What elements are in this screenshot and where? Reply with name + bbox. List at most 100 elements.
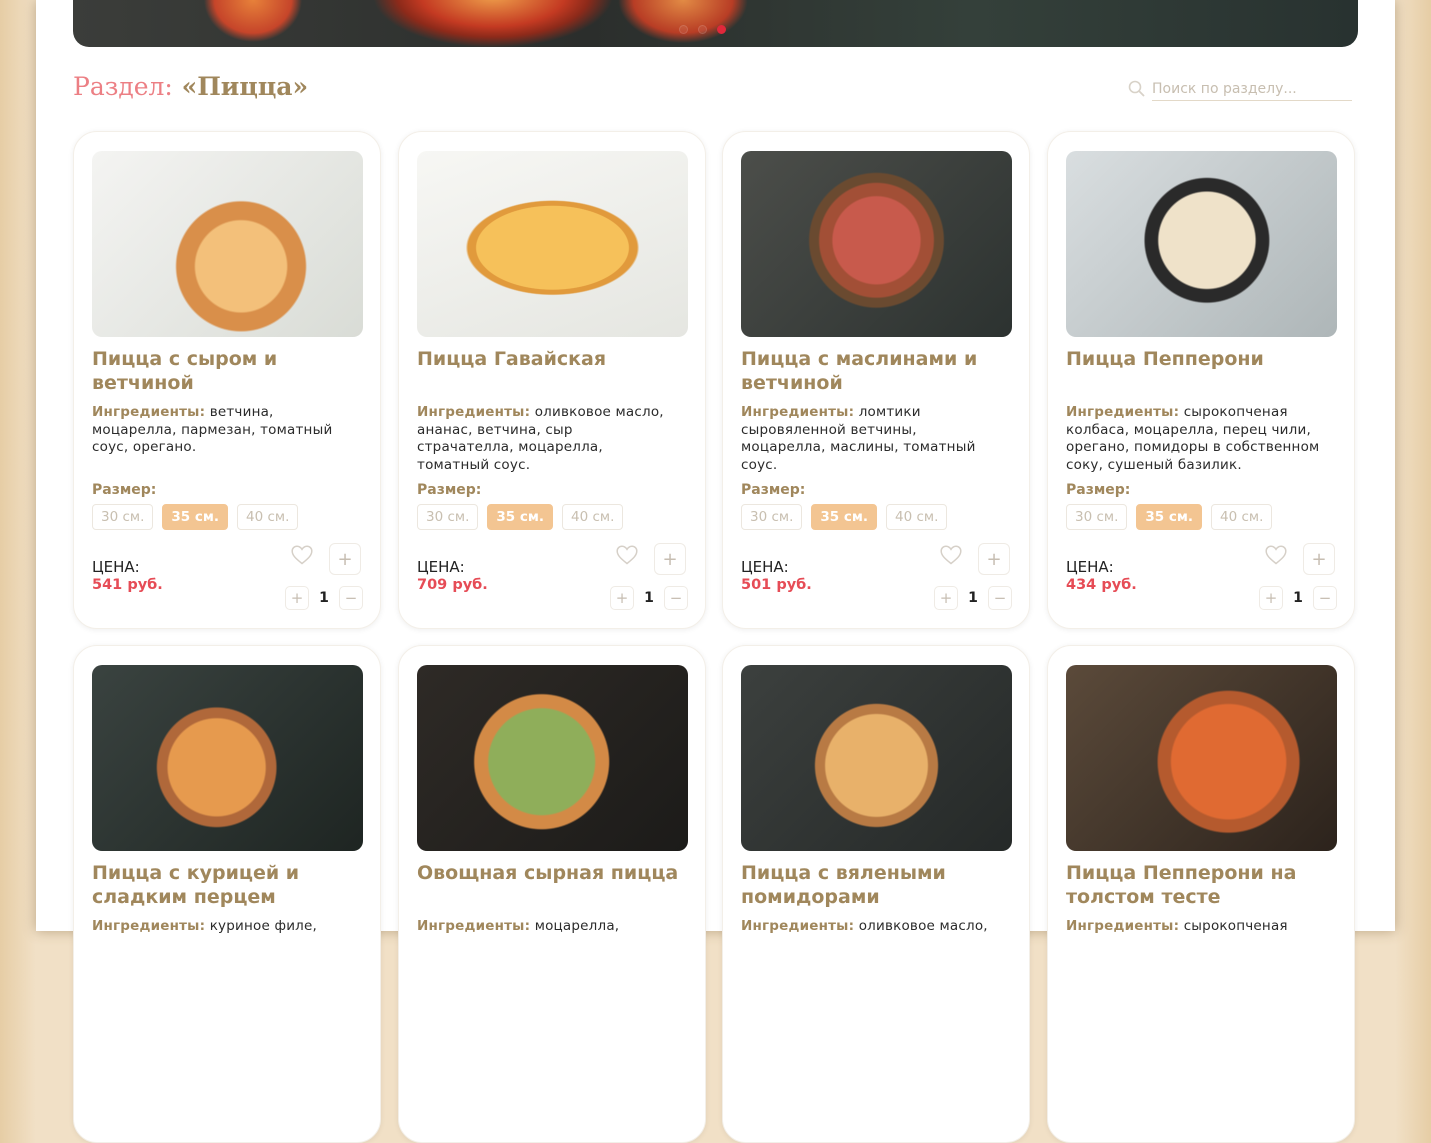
ingredients-label: Ингредиенты:	[417, 404, 531, 420]
product-name[interactable]: Пицца Гавайская	[417, 347, 687, 371]
product-name[interactable]: Пицца Пепперони на толстом тесте	[1066, 861, 1336, 909]
size-option[interactable]: 40 см.	[237, 504, 299, 530]
product-image[interactable]	[741, 151, 1012, 337]
product-price: 501 руб.	[741, 577, 812, 593]
ingredients-label: Ингредиенты:	[417, 918, 531, 934]
product-ingredients: Ингредиенты: сырокопченая	[1066, 918, 1320, 936]
add-to-cart-button[interactable]: +	[1303, 543, 1335, 575]
increase-button[interactable]: +	[934, 586, 958, 610]
size-option[interactable]: 30 см.	[92, 504, 154, 530]
ingredients-text: моцарелла,	[534, 918, 620, 934]
product-card: Пицца Пепперони на толстом тесте Ингреди…	[1047, 645, 1355, 1143]
quantity-stepper: + 1 −	[934, 586, 1012, 610]
product-image[interactable]	[1066, 665, 1337, 851]
plus-icon: +	[939, 589, 953, 607]
product-name[interactable]: Овощная сырная пицца	[417, 861, 687, 885]
product-name[interactable]: Пицца с курицей и сладким перцем	[92, 861, 362, 909]
size-option[interactable]: 35 см.	[162, 504, 229, 530]
section-title: Раздел: «Пицца»	[73, 72, 308, 101]
product-card: Пицца с сыром и ветчиной Ингредиенты: ве…	[73, 131, 381, 629]
product-image[interactable]	[92, 151, 363, 337]
quantity-stepper: + 1 −	[610, 586, 688, 610]
size-options: 30 см. 35 см. 40 см.	[92, 504, 299, 530]
quantity-value: 1	[968, 590, 978, 606]
product-image[interactable]	[417, 151, 688, 337]
increase-button[interactable]: +	[285, 586, 309, 610]
heart-icon[interactable]	[291, 545, 313, 569]
ingredients-text: оливковое масло,	[858, 918, 988, 934]
plus-icon: +	[615, 589, 629, 607]
add-to-cart-button[interactable]: +	[654, 543, 686, 575]
product-ingredients: Ингредиенты: куриное филе,	[92, 918, 346, 936]
product-card: Пицца с курицей и сладким перцем Ингреди…	[73, 645, 381, 1143]
heart-icon[interactable]	[940, 545, 962, 569]
price-label: ЦЕНА:	[1066, 558, 1114, 576]
product-image[interactable]	[92, 665, 363, 851]
add-to-cart-button[interactable]: +	[329, 543, 361, 575]
search-input[interactable]	[1152, 78, 1352, 101]
size-option[interactable]: 35 см.	[811, 504, 878, 530]
slider-dot-active[interactable]	[717, 25, 726, 34]
product-image[interactable]	[741, 665, 1012, 851]
decrease-button[interactable]: −	[1313, 586, 1337, 610]
product-name[interactable]: Пицца Пепперони	[1066, 347, 1336, 371]
size-option[interactable]: 35 см.	[1136, 504, 1203, 530]
ingredients-label: Ингредиенты:	[92, 404, 206, 420]
ingredients-label: Ингредиенты:	[741, 918, 855, 934]
product-card: Овощная сырная пицца Ингредиенты: моцаре…	[398, 645, 706, 1143]
increase-button[interactable]: +	[1259, 586, 1283, 610]
slider-dot[interactable]	[698, 25, 707, 34]
quantity-stepper: + 1 −	[1259, 586, 1337, 610]
ingredients-label: Ингредиенты:	[1066, 404, 1180, 420]
quantity-value: 1	[1293, 590, 1303, 606]
product-card: Пицца Гавайская Ингредиенты: оливковое м…	[398, 131, 706, 629]
size-option[interactable]: 40 см.	[1211, 504, 1273, 530]
product-price: 434 руб.	[1066, 577, 1137, 593]
product-ingredients: Ингредиенты: ломтики сыровяленной ветчин…	[741, 404, 995, 474]
plus-icon: +	[662, 548, 678, 570]
decrease-button[interactable]: −	[988, 586, 1012, 610]
product-image[interactable]	[1066, 151, 1337, 337]
product-ingredients: Ингредиенты: ветчина, моцарелла, пармеза…	[92, 404, 346, 457]
product-image[interactable]	[417, 665, 688, 851]
size-option[interactable]: 30 см.	[417, 504, 479, 530]
plus-icon: +	[337, 548, 353, 570]
minus-icon: −	[669, 589, 683, 607]
size-option[interactable]: 30 см.	[741, 504, 803, 530]
ingredients-text: сырокопченая	[1183, 918, 1288, 934]
add-to-cart-button[interactable]: +	[978, 543, 1010, 575]
product-name[interactable]: Пицца с маслинами и ветчиной	[741, 347, 1011, 395]
page: Раздел: «Пицца» Пицца с сыром и ветчиной…	[36, 0, 1395, 1143]
size-label: Размер:	[741, 482, 806, 498]
product-card: Пицца с вялеными помидорами Ингредиенты:…	[722, 645, 1030, 1143]
ingredients-label: Ингредиенты:	[92, 918, 206, 934]
heart-icon[interactable]	[616, 545, 638, 569]
increase-button[interactable]: +	[610, 586, 634, 610]
heart-icon[interactable]	[1265, 545, 1287, 569]
minus-icon: −	[344, 589, 358, 607]
ingredients-label: Ингредиенты:	[1066, 918, 1180, 934]
size-option[interactable]: 40 см.	[886, 504, 948, 530]
section-search	[1128, 78, 1357, 101]
product-name[interactable]: Пицца с вялеными помидорами	[741, 861, 1011, 909]
size-option[interactable]: 30 см.	[1066, 504, 1128, 530]
size-option[interactable]: 35 см.	[487, 504, 554, 530]
slider-dot[interactable]	[679, 25, 688, 34]
ingredients-text: куриное филе,	[209, 918, 317, 934]
plus-icon: +	[1264, 589, 1278, 607]
minus-icon: −	[993, 589, 1007, 607]
decrease-button[interactable]: −	[339, 586, 363, 610]
size-options: 30 см. 35 см. 40 см.	[1066, 504, 1273, 530]
product-ingredients: Ингредиенты: сырокопченая колбаса, моцар…	[1066, 404, 1320, 474]
price-label: ЦЕНА:	[417, 558, 465, 576]
product-name[interactable]: Пицца с сыром и ветчиной	[92, 347, 362, 395]
product-card: Пицца с маслинами и ветчиной Ингредиенты…	[722, 131, 1030, 629]
decrease-button[interactable]: −	[664, 586, 688, 610]
plus-icon: +	[1311, 548, 1327, 570]
size-option[interactable]: 40 см.	[562, 504, 624, 530]
slider-dots	[679, 25, 726, 34]
size-options: 30 см. 35 см. 40 см.	[417, 504, 624, 530]
product-price: 541 руб.	[92, 577, 163, 593]
product-ingredients: Ингредиенты: оливковое масло, ананас, ве…	[417, 404, 671, 474]
minus-icon: −	[1318, 589, 1332, 607]
